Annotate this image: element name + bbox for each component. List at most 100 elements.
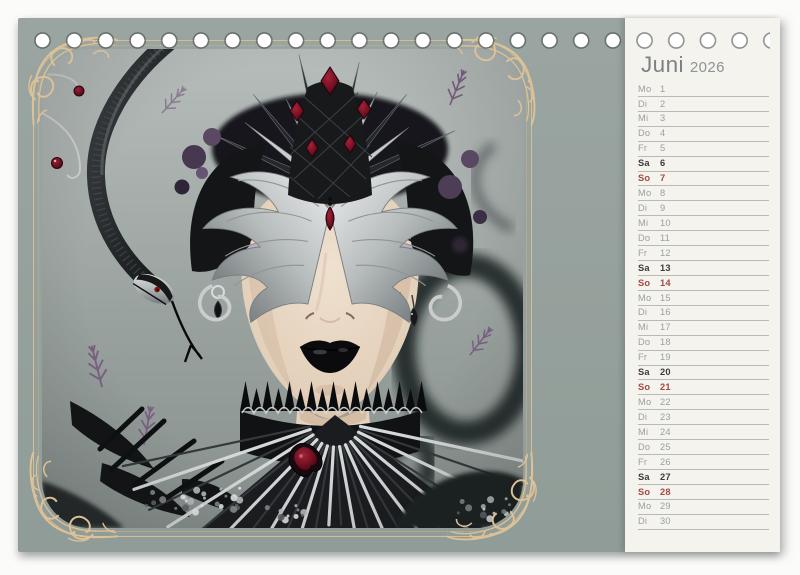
month-title: Juni 2026 — [641, 52, 725, 78]
notes-panel: Juni2026 Mo1Di2Mi3Do4Fr5Sa6So7Mo8Di9Mi10… — [625, 18, 780, 552]
weekday-label: Di — [638, 100, 655, 109]
day-number: 9 — [660, 204, 665, 213]
weekday-label: Mi — [638, 428, 655, 437]
day-number: 25 — [660, 443, 671, 452]
day-row: Do 4 — [638, 127, 769, 142]
day-number: 29 — [660, 502, 671, 511]
day-number: 18 — [660, 338, 671, 347]
day-row: Mi 17 — [638, 321, 769, 336]
day-number: 16 — [660, 308, 671, 317]
day-number: 21 — [660, 383, 671, 392]
day-row: Mo 29 — [638, 500, 769, 515]
weekday-label: Mo — [638, 398, 655, 407]
weekday-label: Sa — [638, 264, 655, 273]
day-number: 11 — [660, 234, 670, 243]
day-row: Di 9 — [638, 201, 769, 216]
day-row: So 21 — [638, 380, 769, 395]
day-row: Fr 19 — [638, 351, 769, 366]
calendar-artwork — [42, 49, 523, 528]
weekday-label: Sa — [638, 368, 655, 377]
day-number: 8 — [660, 189, 665, 198]
day-row: Mi 24 — [638, 425, 769, 440]
day-row: Fr 5 — [638, 142, 769, 157]
weekday-label: Mi — [638, 219, 655, 228]
day-row: Fr 12 — [638, 246, 769, 261]
weekday-label: Mi — [638, 323, 655, 332]
day-row: Mo 22 — [638, 395, 769, 410]
day-row: Mo 8 — [638, 186, 769, 201]
day-number: 10 — [660, 219, 671, 228]
day-number: 28 — [660, 488, 671, 497]
weekday-label: Fr — [638, 353, 655, 362]
day-number: 6 — [660, 159, 665, 168]
day-number: 14 — [660, 279, 671, 288]
day-number: 5 — [660, 144, 665, 153]
weekday-label: So — [638, 488, 655, 497]
weekday-label: Do — [638, 129, 655, 138]
weekday-label: Fr — [638, 458, 655, 467]
day-number: 17 — [660, 323, 671, 332]
day-row: Mi 10 — [638, 216, 769, 231]
calendar-sheet: Juni2026 Mo1Di2Mi3Do4Fr5Sa6So7Mo8Di9Mi10… — [18, 18, 780, 552]
day-row: Sa 27 — [638, 470, 769, 485]
weekday-label: So — [638, 174, 655, 183]
day-number: 30 — [660, 517, 671, 526]
weekday-label: Di — [638, 308, 655, 317]
weekday-label: Do — [638, 338, 655, 347]
weekday-label: Mo — [638, 502, 655, 511]
day-row: Do 25 — [638, 440, 769, 455]
day-number: 27 — [660, 473, 671, 482]
vignette — [42, 49, 523, 528]
weekday-label: Di — [638, 204, 655, 213]
day-number: 12 — [660, 249, 671, 258]
day-number: 7 — [660, 174, 665, 183]
day-number: 20 — [660, 368, 671, 377]
day-number: 2 — [660, 100, 665, 109]
weekday-label: Do — [638, 443, 655, 452]
weekday-label: Di — [638, 413, 655, 422]
weekday-label: So — [638, 383, 655, 392]
day-row: Di 23 — [638, 410, 769, 425]
day-row: Di 16 — [638, 306, 769, 321]
weekday-label: Mo — [638, 85, 655, 94]
day-row: Di 2 — [638, 97, 769, 112]
day-list: Mo 1 Di 2 Mi 3 Do 4 Fr 5 Sa 6 So 7 Mo 8 Di 9 Mi 10 Do 11 Fr 12 S… — [638, 82, 769, 530]
day-number: 4 — [660, 129, 665, 138]
day-number: 3 — [660, 114, 665, 123]
day-row: Fr 26 — [638, 455, 769, 470]
calendar-photo: Juni2026 Mo1Di2Mi3Do4Fr5Sa6So7Mo8Di9Mi10… — [0, 0, 800, 575]
day-number: 13 — [660, 264, 671, 273]
weekday-label: Mo — [638, 189, 655, 198]
day-row: Mi 3 — [638, 112, 769, 127]
day-row: Di 30 — [638, 515, 769, 530]
day-row: Do 11 — [638, 231, 769, 246]
day-number: 23 — [660, 413, 671, 422]
day-number: 1 — [660, 85, 665, 94]
binding-holes — [33, 31, 770, 50]
weekday-label: Mo — [638, 294, 655, 303]
weekday-label: Fr — [638, 249, 655, 258]
day-row: So 7 — [638, 172, 769, 187]
day-row: Mo 1 — [638, 82, 769, 97]
year-label: 2026 — [690, 59, 725, 76]
weekday-label: Mi — [638, 114, 655, 123]
weekday-label: Fr — [638, 144, 655, 153]
ornate-frame — [33, 40, 532, 537]
day-number: 26 — [660, 458, 671, 467]
day-row: So 14 — [638, 276, 769, 291]
day-row: Sa 20 — [638, 366, 769, 381]
day-number: 19 — [660, 353, 671, 362]
day-number: 15 — [660, 294, 671, 303]
weekday-label: Do — [638, 234, 655, 243]
weekday-label: Sa — [638, 159, 655, 168]
day-number: 24 — [660, 428, 671, 437]
day-row: Mo 15 — [638, 291, 769, 306]
day-row: So 28 — [638, 485, 769, 500]
day-row: Sa 13 — [638, 261, 769, 276]
weekday-label: Sa — [638, 473, 655, 482]
month-label: Juni — [641, 52, 684, 77]
day-number: 22 — [660, 398, 671, 407]
weekday-label: Di — [638, 517, 655, 526]
weekday-label: So — [638, 279, 655, 288]
day-row: Do 18 — [638, 336, 769, 351]
